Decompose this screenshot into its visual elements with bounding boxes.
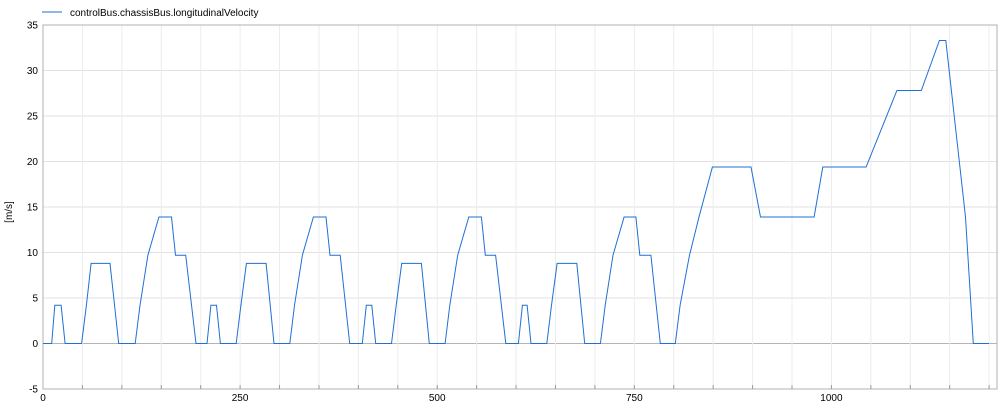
y-axis: -5 0 5 10 15 20 25 30 35: [27, 21, 39, 396]
x-tick-label: 1000: [820, 393, 843, 404]
y-tick-label: 15: [27, 203, 39, 214]
y-tick-label: 0: [32, 339, 38, 350]
x-tick-label: 250: [232, 393, 249, 404]
y-tick-label: 25: [27, 112, 39, 123]
line-chart: controlBus.chassisBus.longitudinalVeloci…: [4, 8, 998, 404]
x-tick-label: 750: [626, 393, 643, 404]
x-tick-label: 0: [40, 393, 46, 404]
y-tick-label: 35: [27, 21, 39, 32]
grid: [43, 24, 997, 390]
y-axis-label: [m/s]: [4, 201, 15, 223]
y-tick-label: -5: [29, 385, 38, 396]
legend: controlBus.chassisBus.longitudinalVeloci…: [42, 8, 258, 19]
y-tick-label: 20: [27, 157, 39, 168]
y-tick-label: 10: [27, 248, 39, 259]
x-axis: 0 250 500 750 1000: [40, 385, 990, 404]
x-tick-label: 500: [429, 393, 446, 404]
y-tick-label: 30: [27, 66, 39, 77]
legend-label: controlBus.chassisBus.longitudinalVeloci…: [70, 8, 258, 19]
y-tick-label: 5: [32, 294, 38, 305]
